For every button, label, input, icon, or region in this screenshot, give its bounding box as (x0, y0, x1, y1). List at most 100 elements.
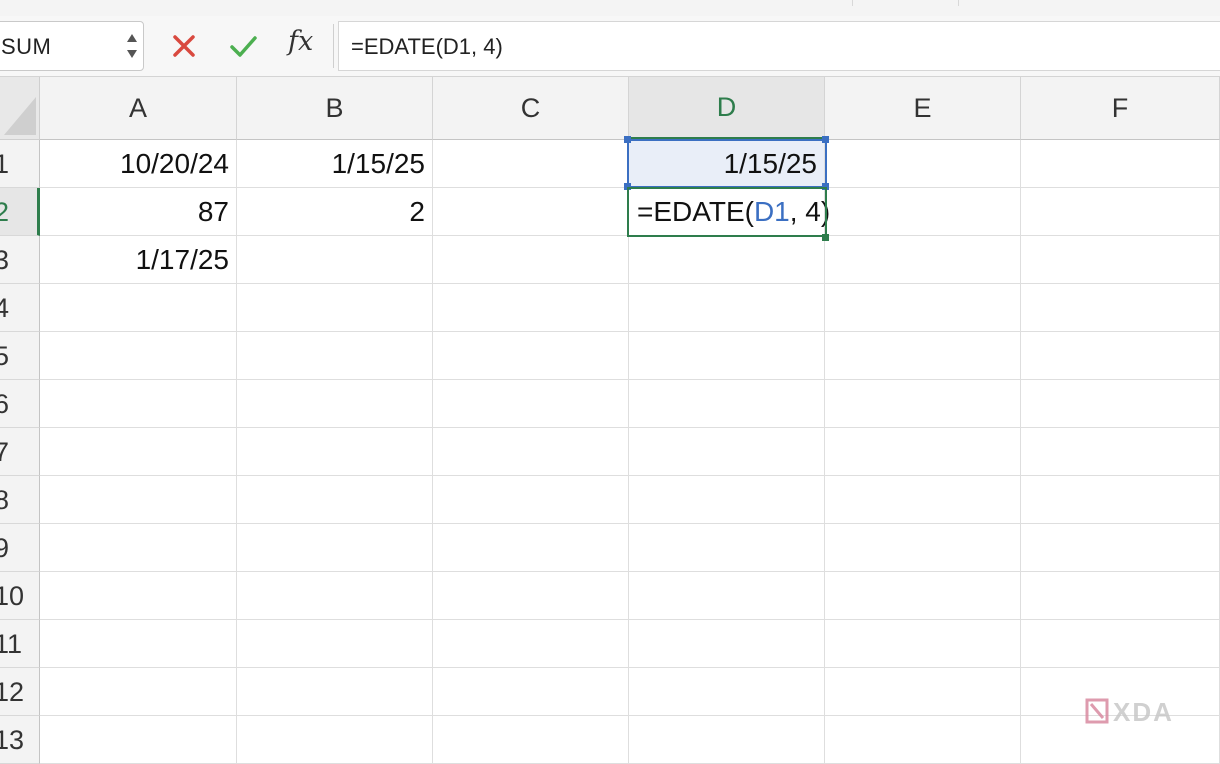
cell-b8[interactable] (237, 476, 433, 524)
row-header-7[interactable]: 7 (0, 428, 40, 476)
cell-d5[interactable] (629, 332, 825, 380)
cell-c11[interactable] (433, 620, 629, 668)
cell-f8[interactable] (1021, 476, 1220, 524)
row-header-4[interactable]: 4 (0, 284, 40, 332)
cell-a8[interactable] (40, 476, 237, 524)
column-header-f[interactable]: F (1021, 77, 1220, 140)
cell-b3[interactable] (237, 236, 433, 284)
cell-a12[interactable] (40, 668, 237, 716)
cell-a11[interactable] (40, 620, 237, 668)
cell-e6[interactable] (825, 380, 1021, 428)
cell-a1[interactable]: 10/20/24 (40, 140, 237, 188)
enter-button[interactable] (227, 30, 259, 62)
cell-f9[interactable] (1021, 524, 1220, 572)
cell-b13[interactable] (237, 716, 433, 764)
cell-a5[interactable] (40, 332, 237, 380)
column-header-a[interactable]: A (40, 77, 237, 140)
column-header-b[interactable]: B (237, 77, 433, 140)
cell-d11[interactable] (629, 620, 825, 668)
row-header-10[interactable]: 10 (0, 572, 40, 620)
cell-d6[interactable] (629, 380, 825, 428)
cell-e11[interactable] (825, 620, 1021, 668)
reference-handle[interactable] (624, 183, 631, 190)
cell-f11[interactable] (1021, 620, 1220, 668)
cell-c5[interactable] (433, 332, 629, 380)
cancel-button[interactable] (168, 30, 200, 62)
column-header-d[interactable]: D (629, 77, 825, 140)
cell-d2[interactable]: =EDATE(D1, 4) (629, 188, 830, 236)
cell-c9[interactable] (433, 524, 629, 572)
select-all-corner[interactable] (0, 77, 40, 140)
cell-e2[interactable] (825, 188, 1021, 236)
cell-c2[interactable] (433, 188, 629, 236)
row-header-1[interactable]: 1 (0, 140, 40, 188)
cell-d7[interactable] (629, 428, 825, 476)
cell-d10[interactable] (629, 572, 825, 620)
cell-a4[interactable] (40, 284, 237, 332)
cell-b10[interactable] (237, 572, 433, 620)
row-header-3[interactable]: 3 (0, 236, 40, 284)
cell-a10[interactable] (40, 572, 237, 620)
cell-e3[interactable] (825, 236, 1021, 284)
cell-c6[interactable] (433, 380, 629, 428)
row-header-13[interactable]: 13 (0, 716, 40, 764)
cell-f10[interactable] (1021, 572, 1220, 620)
cell-e9[interactable] (825, 524, 1021, 572)
cell-b9[interactable] (237, 524, 433, 572)
cell-a3[interactable]: 1/17/25 (40, 236, 237, 284)
cell-c8[interactable] (433, 476, 629, 524)
cell-d3[interactable] (629, 236, 825, 284)
cell-e13[interactable] (825, 716, 1021, 764)
name-box-stepper-icon[interactable] (124, 28, 140, 64)
cell-d9[interactable] (629, 524, 825, 572)
name-box[interactable]: SUM (0, 21, 144, 71)
reference-handle[interactable] (624, 136, 631, 143)
column-header-c[interactable]: C (433, 77, 629, 140)
cell-b7[interactable] (237, 428, 433, 476)
cell-b1[interactable]: 1/15/25 (237, 140, 433, 188)
cell-c13[interactable] (433, 716, 629, 764)
cell-a2[interactable]: 87 (40, 188, 237, 236)
fill-handle[interactable] (822, 234, 829, 241)
cell-b11[interactable] (237, 620, 433, 668)
reference-handle[interactable] (822, 183, 829, 190)
cell-e12[interactable] (825, 668, 1021, 716)
cell-e5[interactable] (825, 332, 1021, 380)
cell-c1[interactable] (433, 140, 629, 188)
cell-f2[interactable] (1021, 188, 1220, 236)
row-header-9[interactable]: 9 (0, 524, 40, 572)
cell-b12[interactable] (237, 668, 433, 716)
cell-f1[interactable] (1021, 140, 1220, 188)
cell-a7[interactable] (40, 428, 237, 476)
cell-f4[interactable] (1021, 284, 1220, 332)
cell-e1[interactable] (825, 140, 1021, 188)
cell-d1[interactable]: 1/15/25 (629, 140, 825, 188)
column-header-e[interactable]: E (825, 77, 1021, 140)
cell-c4[interactable] (433, 284, 629, 332)
row-header-8[interactable]: 8 (0, 476, 40, 524)
cell-c10[interactable] (433, 572, 629, 620)
cell-c12[interactable] (433, 668, 629, 716)
cell-d4[interactable] (629, 284, 825, 332)
row-header-11[interactable]: 11 (0, 620, 40, 668)
cell-b4[interactable] (237, 284, 433, 332)
cell-b5[interactable] (237, 332, 433, 380)
cell-b6[interactable] (237, 380, 433, 428)
cell-e10[interactable] (825, 572, 1021, 620)
insert-function-button[interactable]: fx (288, 26, 313, 57)
cell-c3[interactable] (433, 236, 629, 284)
cell-b2[interactable]: 2 (237, 188, 433, 236)
row-header-5[interactable]: 5 (0, 332, 40, 380)
row-header-12[interactable]: 12 (0, 668, 40, 716)
cell-c7[interactable] (433, 428, 629, 476)
cell-d8[interactable] (629, 476, 825, 524)
cell-e4[interactable] (825, 284, 1021, 332)
reference-handle[interactable] (822, 136, 829, 143)
cell-d12[interactable] (629, 668, 825, 716)
cell-f3[interactable] (1021, 236, 1220, 284)
cell-d13[interactable] (629, 716, 825, 764)
cell-e7[interactable] (825, 428, 1021, 476)
cell-f5[interactable] (1021, 332, 1220, 380)
cell-e8[interactable] (825, 476, 1021, 524)
row-header-2[interactable]: 2 (0, 188, 40, 236)
